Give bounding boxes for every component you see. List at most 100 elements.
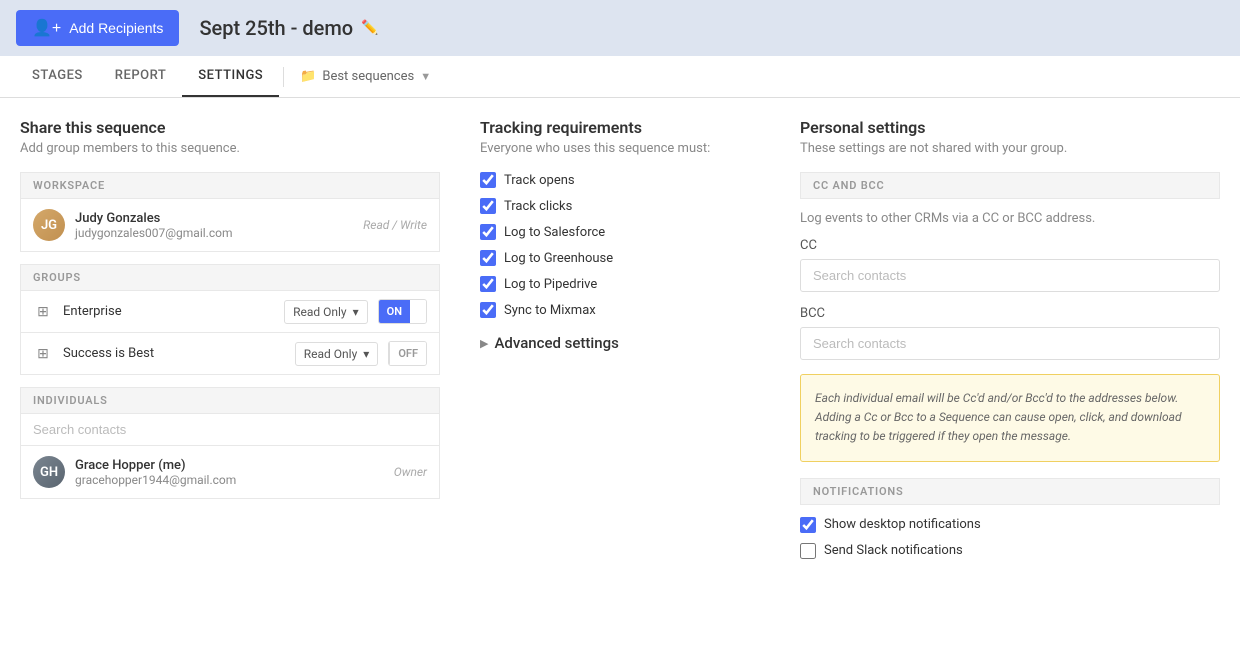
advanced-settings[interactable]: ▶ Advanced settings	[480, 334, 760, 352]
member-email: judygonzales007@gmail.com	[75, 226, 363, 240]
group-row-enterprise: ⊞ Enterprise Read Only ▾ ON	[20, 291, 440, 333]
slack-notifications-checkbox[interactable]	[800, 543, 816, 559]
toggle-on-enterprise[interactable]: ON	[379, 300, 410, 323]
track-opens-label: Track opens	[504, 173, 575, 188]
track-clicks-label: Track clicks	[504, 199, 572, 214]
tracking-item-3: Log to Greenhouse	[480, 250, 760, 266]
notifications-section: NOTIFICATIONS Show desktop notifications…	[800, 478, 1220, 559]
individuals-section: INDIVIDUALS GH Grace Hopper (me) graceho…	[20, 387, 440, 499]
individual-member-row: GH Grace Hopper (me) gracehopper1944@gma…	[20, 446, 440, 499]
workspace-group: WORKSPACE JG Judy Gonzales judygonzales0…	[20, 172, 440, 252]
add-recipients-label: Add Recipients	[69, 20, 163, 36]
grid-icon-2: ⊞	[33, 344, 53, 364]
bcc-field-label: BCC	[800, 306, 1220, 321]
group-name-enterprise: Enterprise	[63, 304, 284, 319]
bcc-search-input[interactable]	[800, 327, 1220, 360]
permission-select-enterprise[interactable]: Read Only ▾	[284, 300, 368, 324]
cc-bcc-label: CC AND BCC	[800, 172, 1220, 199]
grid-icon: ⊞	[33, 302, 53, 322]
info-box-text: Each individual email will be Cc'd and/o…	[815, 389, 1205, 447]
tracking-section: Tracking requirements Everyone who uses …	[480, 118, 800, 569]
add-recipients-button[interactable]: 👤+ Add Recipients	[16, 10, 179, 46]
individual-member-info: Grace Hopper (me) gracehopper1944@gmail.…	[75, 458, 394, 487]
chevron-down-icon: ▾	[353, 305, 359, 319]
cc-field-label: CC	[800, 238, 1220, 253]
track-opens-checkbox[interactable]	[480, 172, 496, 188]
header: 👤+ Add Recipients Sept 25th - demo ✏️	[0, 0, 1240, 56]
group-name-success: Success is Best	[63, 346, 295, 361]
cc-search-input[interactable]	[800, 259, 1220, 292]
groups-label: GROUPS	[20, 264, 440, 291]
avatar-grace: GH	[33, 456, 65, 488]
toggle-off-success[interactable]: OFF	[389, 342, 426, 365]
log-salesforce-label: Log to Salesforce	[504, 225, 605, 240]
notif-row-1: Send Slack notifications	[800, 543, 1220, 559]
permission-value-success: Read Only	[304, 347, 358, 361]
avatar-initials: JG	[41, 218, 57, 233]
best-sequences-tab[interactable]: 📁 Best sequences ▼	[288, 57, 443, 96]
log-pipedrive-checkbox[interactable]	[480, 276, 496, 292]
tracking-item-5: Sync to Mixmax	[480, 302, 760, 318]
share-section: Share this sequence Add group members to…	[20, 118, 480, 569]
info-box: Each individual email will be Cc'd and/o…	[800, 374, 1220, 462]
personal-title: Personal settings	[800, 118, 1220, 137]
log-greenhouse-label: Log to Greenhouse	[504, 251, 613, 266]
tab-settings[interactable]: SETTINGS	[182, 56, 279, 97]
tracking-title: Tracking requirements	[480, 118, 760, 137]
individuals-search-input[interactable]	[20, 414, 440, 446]
avatar: JG	[33, 209, 65, 241]
workspace-member-row: JG Judy Gonzales judygonzales007@gmail.c…	[20, 199, 440, 252]
sequence-title-text: Sept 25th - demo	[199, 16, 353, 40]
avatar-initials-grace: GH	[40, 465, 58, 480]
group-row-success: ⊞ Success is Best Read Only ▾ OFF	[20, 333, 440, 375]
individual-member-role: Owner	[394, 465, 427, 479]
chevron-down-icon-2: ▾	[363, 347, 369, 361]
log-salesforce-checkbox[interactable]	[480, 224, 496, 240]
member-name: Judy Gonzales	[75, 211, 363, 226]
main-content: Share this sequence Add group members to…	[0, 98, 1240, 589]
personal-section: Personal settings These settings are not…	[800, 118, 1220, 569]
individual-member-name: Grace Hopper (me)	[75, 458, 394, 473]
best-sequences-label: Best sequences	[322, 69, 414, 84]
toggle-off-enterprise[interactable]	[410, 300, 426, 323]
personal-subtitle: These settings are not shared with your …	[800, 141, 1220, 156]
dropdown-arrow-icon: ▼	[420, 70, 431, 83]
sequence-title-container: Sept 25th - demo ✏️	[199, 16, 378, 40]
log-pipedrive-label: Log to Pipedrive	[504, 277, 597, 292]
desktop-notifications-checkbox[interactable]	[800, 517, 816, 533]
tracking-item-0: Track opens	[480, 172, 760, 188]
sync-mixmax-checkbox[interactable]	[480, 302, 496, 318]
tracking-items: Track opens Track clicks Log to Salesfor…	[480, 172, 760, 318]
tracking-subtitle: Everyone who uses this sequence must:	[480, 141, 760, 156]
groups-section: GROUPS ⊞ Enterprise Read Only ▾ ON ⊞ Suc…	[20, 264, 440, 375]
toggle-enterprise[interactable]: ON	[378, 299, 427, 324]
notif-row-0: Show desktop notifications	[800, 517, 1220, 533]
add-person-icon: 👤+	[32, 18, 61, 38]
log-greenhouse-checkbox[interactable]	[480, 250, 496, 266]
individual-member-email: gracehopper1944@gmail.com	[75, 473, 394, 487]
permission-select-success[interactable]: Read Only ▾	[295, 342, 379, 366]
notifications-label: NOTIFICATIONS	[800, 478, 1220, 505]
sync-mixmax-label: Sync to Mixmax	[504, 303, 596, 318]
tab-report[interactable]: REPORT	[99, 56, 182, 97]
tab-divider	[283, 67, 284, 87]
member-info: Judy Gonzales judygonzales007@gmail.com	[75, 211, 363, 240]
tab-stages[interactable]: STAGES	[16, 56, 99, 97]
desktop-notifications-label: Show desktop notifications	[824, 517, 981, 532]
tracking-item-4: Log to Pipedrive	[480, 276, 760, 292]
advanced-settings-label: Advanced settings	[494, 334, 618, 352]
workspace-label: WORKSPACE	[20, 172, 440, 199]
permission-value-enterprise: Read Only	[293, 305, 347, 319]
tracking-item-2: Log to Salesforce	[480, 224, 760, 240]
tabs-bar: STAGES REPORT SETTINGS 📁 Best sequences …	[0, 56, 1240, 98]
tracking-item-1: Track clicks	[480, 198, 760, 214]
share-subtitle: Add group members to this sequence.	[20, 141, 440, 156]
slack-notifications-label: Send Slack notifications	[824, 543, 963, 558]
share-title: Share this sequence	[20, 118, 440, 137]
member-role: Read / Write	[363, 218, 427, 232]
cc-bcc-description: Log events to other CRMs via a CC or BCC…	[800, 211, 1220, 226]
track-clicks-checkbox[interactable]	[480, 198, 496, 214]
toggle-success[interactable]: OFF	[388, 341, 427, 366]
folder-icon: 📁	[300, 69, 316, 84]
edit-icon[interactable]: ✏️	[361, 20, 378, 36]
